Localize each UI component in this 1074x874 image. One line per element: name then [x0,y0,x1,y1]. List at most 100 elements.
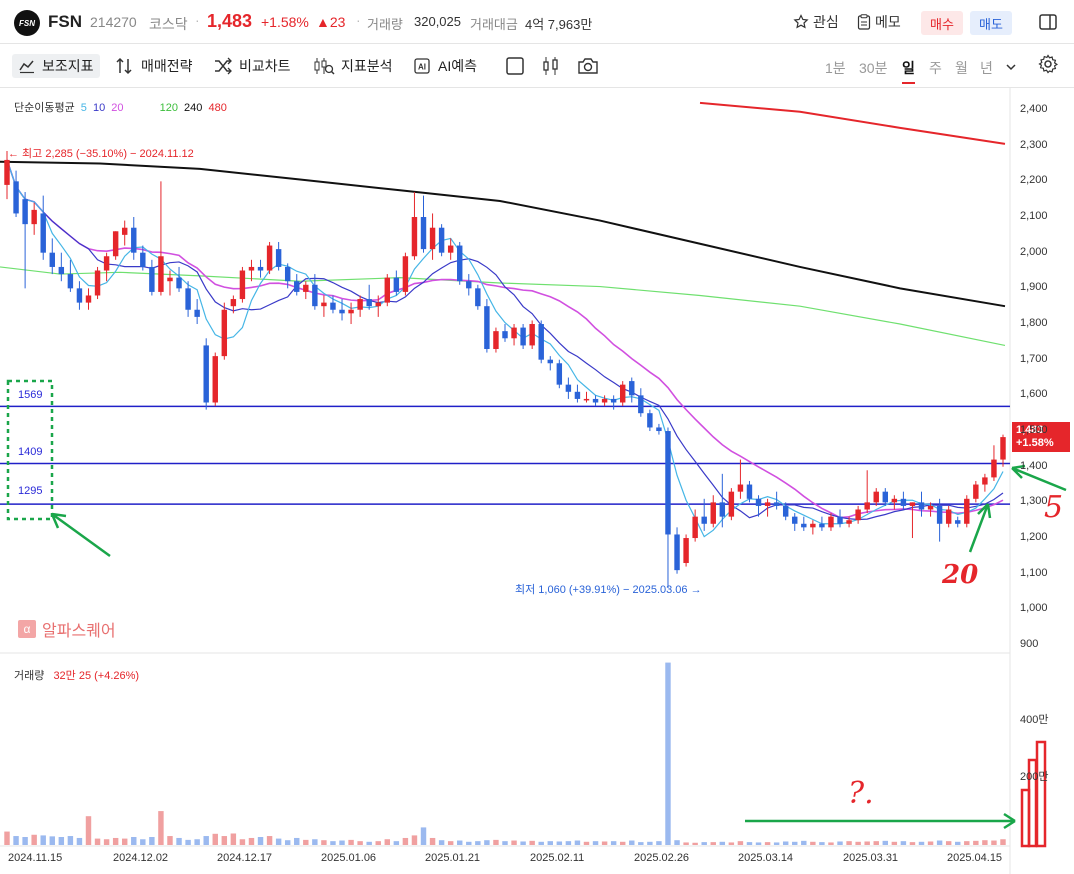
candle-body [728,491,735,517]
candle-body [203,345,209,403]
volume-bar [447,841,454,845]
chevron-down-icon[interactable] [1005,62,1017,72]
volume-bar [312,839,318,845]
volume-bar [601,841,608,845]
candle-body [547,359,553,364]
volume-bar [719,841,726,845]
volume-bar [991,840,997,845]
volume-bar [58,837,65,845]
volume-bar [22,837,28,845]
volume-legend[interactable]: 거래량 32만 25 (+4.26%) [14,667,139,683]
indicators-button[interactable]: 보조지표 [12,54,100,78]
watch-button[interactable]: 관심 [793,12,839,32]
volume-bar [167,836,173,845]
volume-bar [547,841,553,845]
analysis-label: 지표분석 [341,58,393,74]
volume-bar [629,840,635,845]
price-tick-label: 2,300 [1020,138,1048,151]
volume-bar [321,840,327,845]
period-year[interactable]: 년 [980,58,993,78]
strategy-button[interactable]: 매매전략 [115,54,193,78]
candle-body [4,159,10,185]
candle-body [656,427,662,432]
candle-analysis-icon [314,58,335,75]
ai-predict-button[interactable]: AI AI예측 [412,54,477,78]
volume-bar [294,837,300,845]
ma-legend[interactable]: 단순이동평균 5 10 20 120 240 480 [14,99,230,115]
volume-bar [438,840,445,845]
gear-icon[interactable] [1038,54,1058,74]
volume-bar [773,842,780,845]
candle-body [212,356,218,403]
price-tick-label: 1,600 [1020,388,1048,401]
stock-header: FSN FSN 214270 코스닥 · 1,483 +1.58% ▲23 · … [0,0,1074,44]
candle-body [592,398,599,403]
volume-bar [864,841,870,845]
sell-button[interactable]: 매도 [970,11,1012,35]
candle-body [764,502,771,506]
volume-tick-label: 400만 [1020,714,1049,726]
period-day[interactable]: 일 [902,58,915,84]
candle-body [167,277,173,282]
candle-body [447,245,454,253]
candle-body [384,277,391,303]
candle-body [176,277,182,289]
candle-body [511,327,517,339]
candle-body [828,516,834,528]
compare-button[interactable]: 비교차트 [213,54,291,78]
analysis-button[interactable]: 지표분석 [313,54,393,78]
ma-legend-title: 단순이동평균 [14,102,75,114]
volume-bar [384,839,391,845]
volume-bar [520,841,526,845]
candle-body [429,227,436,250]
volume-bar [837,841,843,845]
date-tick-label: 2025.01.21 [425,852,481,864]
date-tick-label: 2025.02.11 [530,852,585,864]
market-name: 코스닥 [149,16,188,32]
price-chart[interactable] [0,88,1074,874]
volume-bar [4,831,10,845]
screenshot-button[interactable] [577,54,599,78]
memo-button[interactable]: 메모 [857,12,901,32]
candle-body [420,217,427,250]
volume-legend-value: 32만 25 (+4.26%) [53,670,140,682]
drawing-box-button[interactable] [505,54,525,78]
price-tick-label: 2,400 [1020,103,1048,115]
candle-body [76,288,83,303]
candle-body [393,277,400,292]
period-week[interactable]: 주 [929,58,942,78]
buy-button[interactable]: 매수 [921,11,963,35]
compare-label: 비교차트 [239,58,291,74]
candle-body [900,498,907,506]
candle-type-button[interactable] [542,54,560,78]
period-30min[interactable]: 30분 [859,58,887,78]
period-month[interactable]: 월 [955,58,968,78]
handwritten-20: 20 [942,560,979,590]
separator-dot: · [195,12,200,28]
candle-body [303,284,309,292]
period-1min[interactable]: 1분 [825,58,846,78]
candle-body [284,266,291,282]
candle-body [846,520,852,524]
volume-label: 거래량 [367,17,403,32]
volume-bar [927,841,934,845]
candle-body [121,227,128,235]
volume-bar [348,839,354,845]
candle-body [438,227,445,253]
side-panel-icon[interactable] [1038,12,1058,32]
volume-bar [121,838,128,845]
candle-body [665,431,671,535]
price-tick-label: 1,300 [1020,495,1048,508]
candle-body [475,288,481,307]
volume-bar [647,841,653,845]
candle-body [520,327,526,346]
volume-bar [592,841,599,845]
volume-bar [710,842,716,845]
volume-bar [1000,839,1006,845]
candle-body [629,381,635,396]
candle-body [49,252,55,267]
volume-bar [683,842,689,845]
candle-body [339,309,345,314]
candle-body [312,284,318,307]
candle-body [275,249,282,267]
